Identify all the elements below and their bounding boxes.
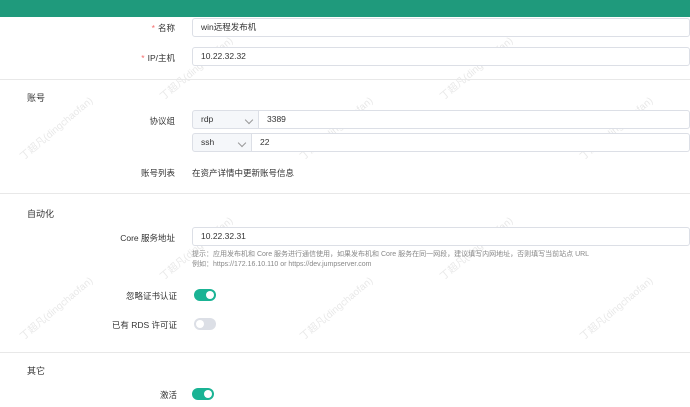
watermark: 丁超凡(dingchaofan) [158,215,236,283]
core-address-hint: 提示：应用发布机和 Core 服务进行通信使用，如果发布机和 Core 服务在同… [192,251,590,258]
chevron-down-icon [244,115,254,125]
automation-section-title: 自动化 [27,209,55,219]
core-address-input[interactable]: 10.22.32.31 [192,227,690,246]
active-label: 激活 [159,390,177,400]
ignore-cert-toggle[interactable] [194,289,216,301]
protocol-port-input-rdp[interactable]: 3389 [259,110,690,129]
ip-label: * IP/主机 [55,52,175,64]
ignore-cert-label: 忽略证书认证 [125,291,177,301]
account-section-title: 账号 [27,93,46,103]
account-list-label: 账号列表 [140,168,175,178]
account-list-text: 在资产详情中更新账号信息 [192,168,295,178]
protocol-select-ssh[interactable]: ssh [192,133,252,152]
watermark: 丁超凡(dingchaofan) [578,275,656,343]
rds-license-toggle[interactable] [194,318,216,330]
section-divider [0,193,690,194]
protocol-name: rdp [201,114,214,124]
name-input[interactable]: win远程发布机 [192,18,690,37]
chevron-down-icon [237,138,247,148]
protocol-select-rdp[interactable]: rdp [192,110,259,129]
section-divider [0,79,690,80]
toggle-knob [196,320,204,328]
rds-license-label: 已有 RDS 许可证 [111,320,177,330]
other-section-title: 其它 [27,366,46,376]
name-label: * 名称 [55,22,175,34]
active-toggle[interactable] [192,388,214,400]
top-header-bar [0,0,690,17]
core-address-example: 例如：https://172.16.10.110 or https://dev.… [192,261,372,268]
watermark: 丁超凡(dingchaofan) [18,275,96,343]
core-address-label: Core 服务地址 [120,233,175,243]
watermark: 丁超凡(dingchaofan) [158,35,236,103]
section-divider [0,352,690,353]
protocol-name: ssh [201,137,215,147]
watermark: 丁超凡(dingchaofan) [438,215,516,283]
protocol-group-label: 协议组 [149,116,175,126]
ip-input[interactable]: 10.22.32.32 [192,47,690,66]
required-mark: * [141,53,145,63]
protocol-port-input-ssh[interactable]: 22 [252,133,690,152]
name-label-text: 名称 [157,23,175,33]
watermark: 丁超凡(dingchaofan) [438,35,516,103]
watermark: 丁超凡(dingchaofan) [298,275,376,343]
ip-label-text: IP/主机 [147,53,175,63]
toggle-knob [204,390,212,398]
required-mark: * [151,23,155,33]
toggle-knob [206,291,214,299]
